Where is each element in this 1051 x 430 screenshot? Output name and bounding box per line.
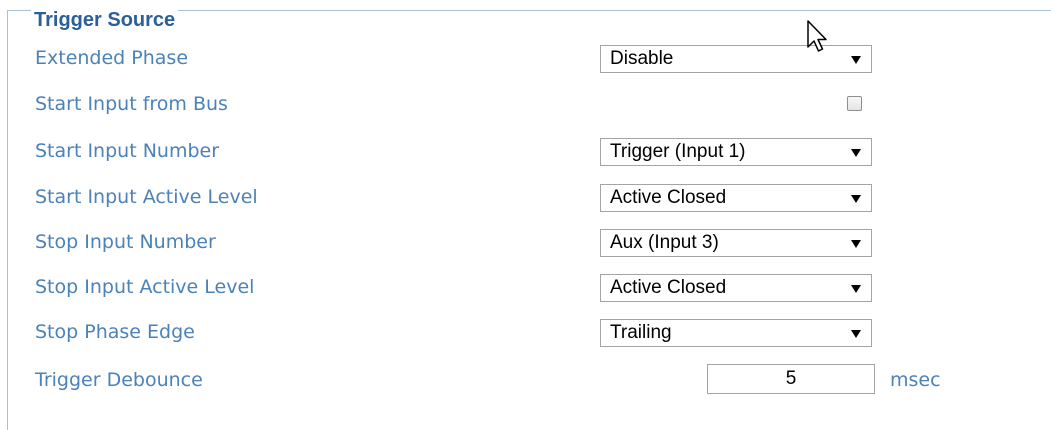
- start-input-from-bus-label: Start Input from Bus: [35, 93, 228, 115]
- trigger-debounce-row: Trigger Debounce 5 msec: [0, 364, 1051, 395]
- trigger-debounce-label: Trigger Debounce: [35, 369, 203, 391]
- stop-input-number-row: Stop Input Number Aux (Input 3): [0, 227, 1051, 257]
- stop-phase-edge-value: Trailing: [610, 322, 672, 343]
- start-input-number-select[interactable]: Trigger (Input 1): [600, 138, 872, 166]
- stop-input-active-level-value: Active Closed: [610, 277, 727, 298]
- stop-input-number-value: Aux (Input 3): [610, 232, 719, 253]
- start-input-active-level-label: Start Input Active Level: [35, 186, 258, 208]
- stop-phase-edge-label: Stop Phase Edge: [35, 321, 195, 343]
- triangle-down-icon: [851, 330, 861, 338]
- stop-phase-edge-row: Stop Phase Edge Trailing: [0, 317, 1051, 347]
- triangle-down-icon: [851, 149, 861, 157]
- triangle-down-icon: [851, 285, 861, 293]
- start-input-from-bus-checkbox[interactable]: [847, 96, 862, 111]
- start-input-active-level-row: Start Input Active Level Active Closed: [0, 182, 1051, 212]
- stop-input-number-select[interactable]: Aux (Input 3): [600, 229, 872, 257]
- triangle-down-icon: [851, 56, 861, 64]
- mouse-pointer-icon: [807, 20, 827, 52]
- stop-input-active-level-row: Stop Input Active Level Active Closed: [0, 272, 1051, 302]
- start-input-number-row: Start Input Number Trigger (Input 1): [0, 136, 1051, 166]
- start-input-active-level-select[interactable]: Active Closed: [600, 184, 872, 212]
- trigger-debounce-unit: msec: [890, 369, 941, 391]
- extended-phase-select[interactable]: Disable: [600, 45, 872, 73]
- stop-input-active-level-label: Stop Input Active Level: [35, 276, 255, 298]
- extended-phase-label: Extended Phase: [35, 47, 189, 69]
- triangle-down-icon: [851, 240, 861, 248]
- stop-input-number-label: Stop Input Number: [35, 231, 216, 253]
- extended-phase-row: Extended Phase Disable: [0, 43, 1051, 73]
- section-title: Trigger Source: [31, 8, 179, 32]
- start-input-active-level-value: Active Closed: [610, 187, 727, 208]
- triangle-down-icon: [851, 195, 861, 203]
- extended-phase-value: Disable: [610, 48, 674, 69]
- start-input-number-value: Trigger (Input 1): [610, 141, 746, 162]
- trigger-debounce-input[interactable]: 5: [707, 364, 875, 394]
- start-input-from-bus-row: Start Input from Bus: [0, 89, 1051, 119]
- stop-input-active-level-select[interactable]: Active Closed: [600, 274, 872, 302]
- stop-phase-edge-select[interactable]: Trailing: [600, 319, 872, 347]
- start-input-number-label: Start Input Number: [35, 140, 220, 162]
